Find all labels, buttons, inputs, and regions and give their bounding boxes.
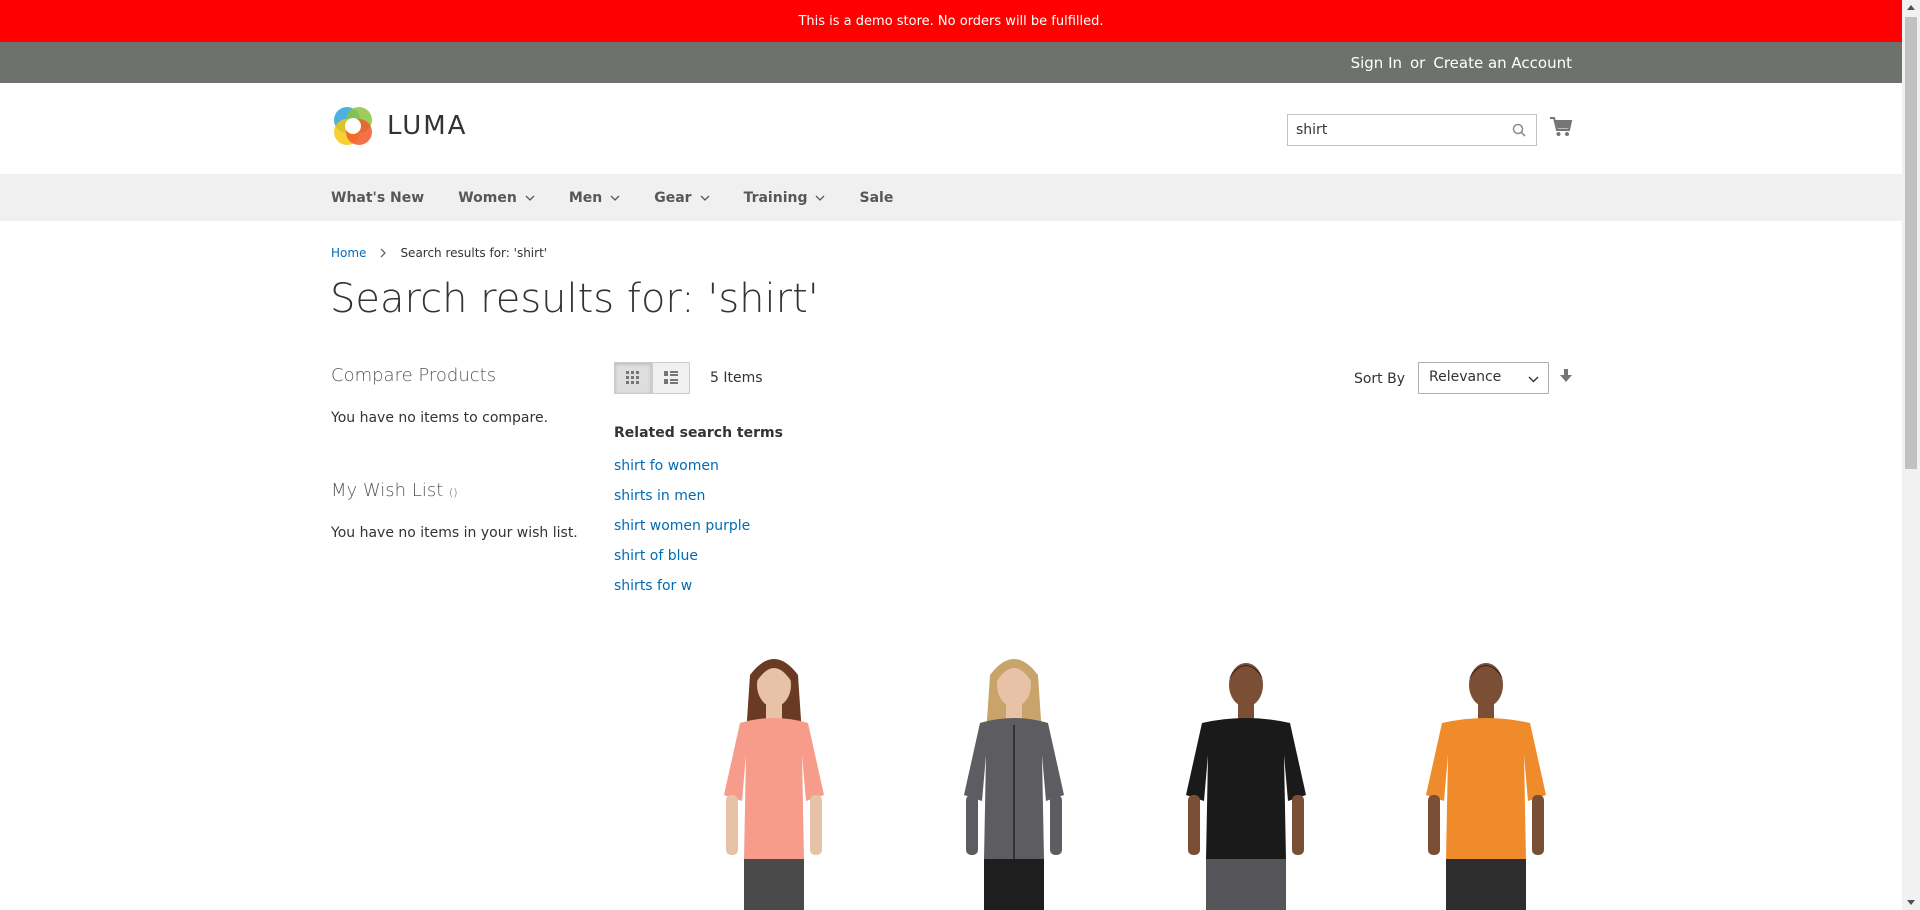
chevron-down-icon [816, 195, 825, 201]
grid-icon [626, 371, 639, 384]
scroll-up-icon[interactable] [1907, 5, 1915, 10]
search-input[interactable] [1288, 115, 1493, 145]
sign-in-link[interactable]: Sign In [1351, 54, 1402, 72]
sort-select[interactable]: Relevance [1418, 362, 1549, 394]
scroll-down-icon[interactable] [1907, 900, 1915, 905]
chevron-down-icon [1528, 376, 1539, 383]
breadcrumb-current: Search results for: 'shirt' [400, 246, 548, 260]
related-search-terms: Related search terms shirt fo women shirt… [614, 425, 783, 601]
compare-text: You have no items to compare. [331, 410, 549, 426]
sort-select-value: Relevance [1429, 369, 1502, 385]
luma-logo[interactable]: LUMA [331, 104, 467, 148]
luma-logo-icon [334, 107, 372, 145]
demo-notice-text: This is a demo store. No orders will be … [798, 13, 1104, 29]
product-image[interactable] [1126, 645, 1366, 910]
related-term-link[interactable]: shirt fo women [614, 451, 783, 481]
wishlist-text: You have no items in your wish list. [331, 525, 578, 541]
view-modes [614, 362, 690, 394]
grid-view-button[interactable] [614, 362, 652, 394]
wishlist-title: My Wish List () [331, 480, 591, 501]
nav-item-sale[interactable]: Sale [859, 190, 893, 206]
product-image[interactable] [1366, 645, 1606, 910]
product-item[interactable] [1126, 645, 1366, 910]
nav-item-label: Women [458, 189, 517, 206]
product-item[interactable] [1366, 645, 1606, 910]
chevron-down-icon [610, 195, 620, 201]
nav-item-label: Men [568, 189, 603, 206]
product-item[interactable] [894, 645, 1134, 910]
related-term-link[interactable]: shirt of blue [614, 541, 783, 571]
related-title: Related search terms [614, 425, 783, 441]
related-term-link[interactable]: shirts for w [614, 571, 783, 601]
product-image[interactable] [894, 645, 1134, 910]
logo-text: LUMA [387, 111, 468, 141]
nav-item-label: Sale [859, 189, 894, 206]
search-box[interactable] [1287, 114, 1537, 146]
nav-item-women[interactable]: Women [458, 190, 535, 206]
scrollbar-thumb[interactable] [1905, 17, 1917, 469]
site-header: LUMA [0, 83, 1902, 174]
chevron-down-icon [525, 195, 535, 201]
product-item[interactable] [654, 645, 894, 910]
sort-direction-arrow-icon[interactable] [1560, 369, 1572, 383]
product-image[interactable] [654, 645, 894, 910]
wishlist-count: () [449, 486, 458, 499]
chevron-down-icon [700, 195, 710, 201]
compare-title: Compare Products [331, 365, 497, 386]
page-title: Search results for: 'shirt' [330, 276, 819, 322]
nav-item-what-s-new[interactable]: What's New [331, 190, 424, 206]
nav-item-label: Training [743, 189, 808, 206]
sort-label: Sort By [1353, 371, 1405, 387]
nav-item-training[interactable]: Training [744, 190, 826, 206]
or-separator: or [1410, 53, 1426, 72]
scrollbar[interactable] [1902, 0, 1920, 910]
nav-item-label: Gear [654, 189, 692, 206]
breadcrumb: Home Search results for: 'shirt' [331, 246, 547, 260]
related-term-link[interactable]: shirt women purple [614, 511, 783, 541]
top-links-bar: Sign In or Create an Account [0, 42, 1902, 83]
cart-icon[interactable] [1549, 116, 1573, 138]
product-grid [614, 645, 1572, 910]
nav-item-gear[interactable]: Gear [654, 189, 710, 206]
sidebar: Compare Products You have no items to co… [331, 365, 591, 541]
create-account-link[interactable]: Create an Account [1433, 54, 1572, 72]
main-nav: What's New Women Men Gear Training Sale [0, 174, 1902, 221]
list-view-button[interactable] [652, 362, 690, 394]
nav-item-label: What's New [331, 189, 425, 206]
items-count: 5 Items [710, 370, 763, 386]
breadcrumb-separator-icon [380, 248, 387, 258]
wishlist-title-text: My Wish List [331, 480, 444, 501]
demo-notice-bar: This is a demo store. No orders will be … [0, 0, 1902, 42]
search-icon[interactable] [1512, 123, 1526, 137]
breadcrumb-home[interactable]: Home [331, 246, 366, 260]
nav-item-men[interactable]: Men [569, 190, 620, 206]
products-toolbar: 5 Items Sort By Relevance [614, 362, 1572, 394]
related-term-link[interactable]: shirts in men [614, 481, 783, 511]
list-icon [664, 371, 678, 384]
